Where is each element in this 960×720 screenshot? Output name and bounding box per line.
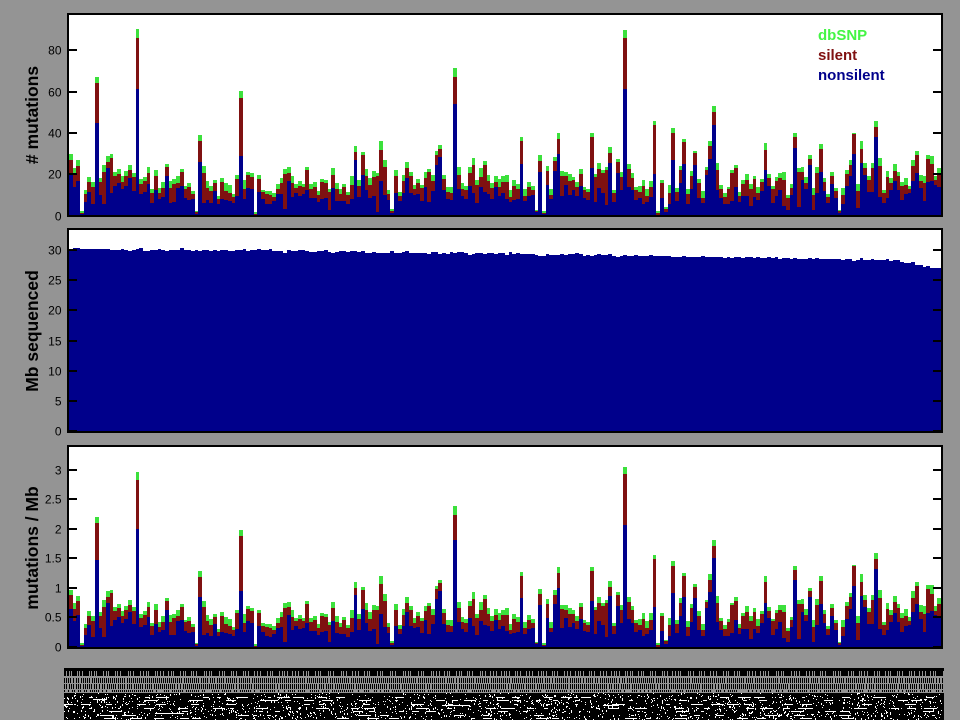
svg-text:80: 80 <box>48 44 62 58</box>
svg-text:0: 0 <box>55 641 62 655</box>
svg-text:25: 25 <box>48 274 62 288</box>
svg-text:3: 3 <box>55 464 62 478</box>
svg-text:60: 60 <box>48 86 62 100</box>
svg-text:15: 15 <box>48 335 62 349</box>
svg-text:mutations / Mb: mutations / Mb <box>22 486 42 609</box>
svg-text:1.5: 1.5 <box>45 552 62 566</box>
svg-text:30: 30 <box>48 244 62 258</box>
svg-text:2: 2 <box>55 523 62 537</box>
svg-text:1: 1 <box>55 582 62 596</box>
svg-text:Mb sequenced: Mb sequenced <box>22 270 42 392</box>
svg-text:5: 5 <box>55 395 62 409</box>
svg-text:10: 10 <box>48 365 62 379</box>
svg-text:20: 20 <box>48 168 62 182</box>
svg-text:2.5: 2.5 <box>45 493 62 507</box>
svg-text:40: 40 <box>48 127 62 141</box>
svg-text:# mutations: # mutations <box>22 66 42 164</box>
svg-text:dbSNP: dbSNP <box>818 27 867 44</box>
svg-text:20: 20 <box>48 304 62 318</box>
svg-text:0.5: 0.5 <box>45 611 62 625</box>
svg-text:nonsilent: nonsilent <box>818 67 885 84</box>
svg-text:0: 0 <box>55 425 62 439</box>
svg-text:0: 0 <box>55 210 62 224</box>
svg-text:silent: silent <box>818 47 857 64</box>
